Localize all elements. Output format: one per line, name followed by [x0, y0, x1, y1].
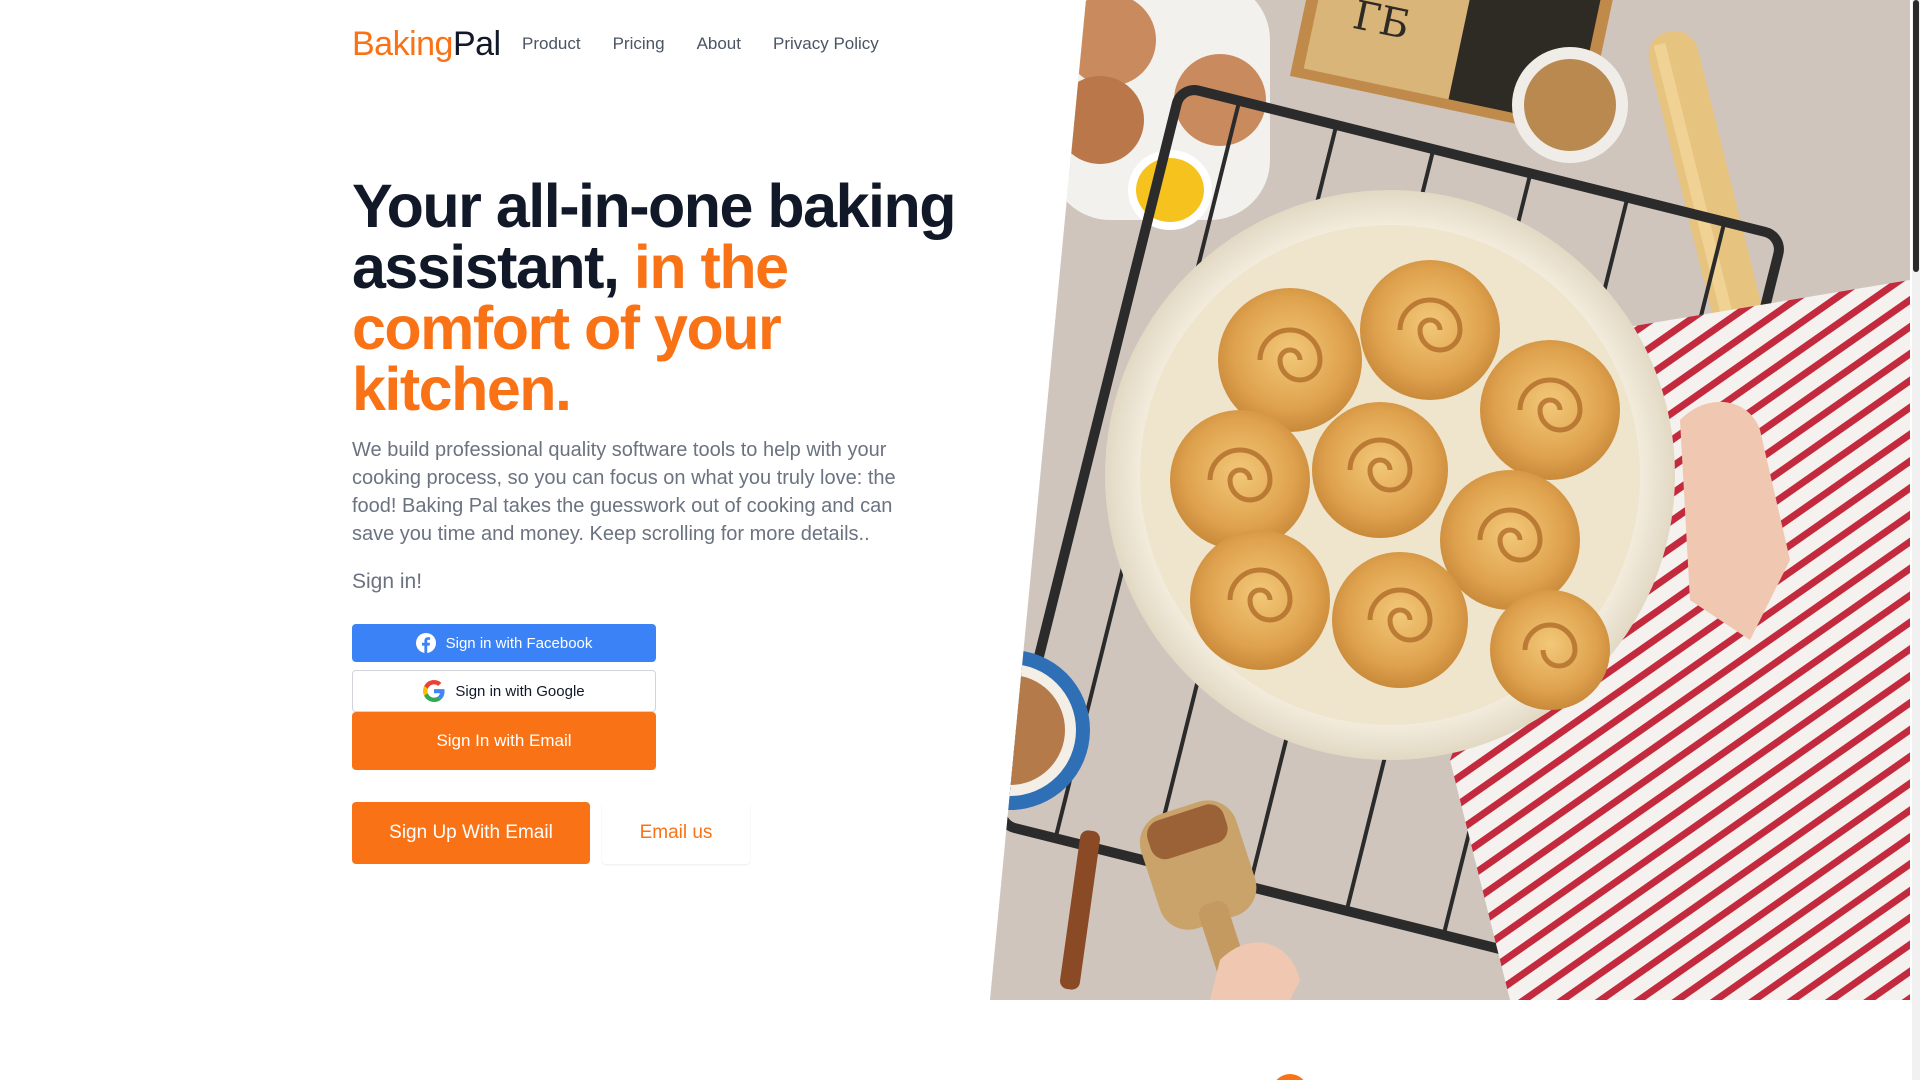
email-signin-label: Sign In with Email [436, 731, 572, 750]
section-icon-peek [1272, 1074, 1308, 1080]
landing-page: BakingPal Product Pricing About Privacy … [0, 0, 1920, 1080]
nav-about-link[interactable]: About [697, 32, 741, 56]
nav-pricing-link[interactable]: Pricing [613, 32, 665, 56]
google-signin-label: Sign in with Google [455, 682, 585, 700]
page-scrollbar[interactable] [1912, 0, 1920, 1080]
brand-logo[interactable]: BakingPal [352, 24, 501, 64]
nav-product-link[interactable]: Product [522, 32, 581, 56]
signup-email-label: Sign Up With Email [389, 822, 553, 843]
facebook-icon [415, 633, 436, 653]
main-nav: Product Pricing About Privacy Policy [522, 32, 879, 56]
facebook-signin-button[interactable]: Sign in with Facebook [352, 624, 656, 662]
email-us-label: Email us [639, 822, 713, 843]
signup-email-button[interactable]: Sign Up With Email [352, 802, 590, 864]
hero-title: Your all-in-one baking assistant, in the… [352, 176, 982, 420]
hero-description: We build professional quality software t… [352, 439, 896, 545]
brand-name-part2: Pal [452, 25, 501, 63]
google-icon [423, 680, 445, 702]
scrollbar-thumb[interactable] [1913, 0, 1919, 272]
email-us-button[interactable]: Email us [602, 802, 750, 864]
google-signin-button[interactable]: Sign in with Google [352, 670, 656, 712]
brand-name-part1: Baking [352, 25, 453, 63]
signin-label: Sign in! [352, 570, 423, 593]
email-signin-button[interactable]: Sign In with Email [352, 712, 656, 770]
facebook-signin-label: Sign in with Facebook [445, 634, 593, 652]
cinnamon-rolls-photo: ГБ [990, 0, 1910, 1000]
nav-privacy-policy-link[interactable]: Privacy Policy [773, 32, 879, 56]
